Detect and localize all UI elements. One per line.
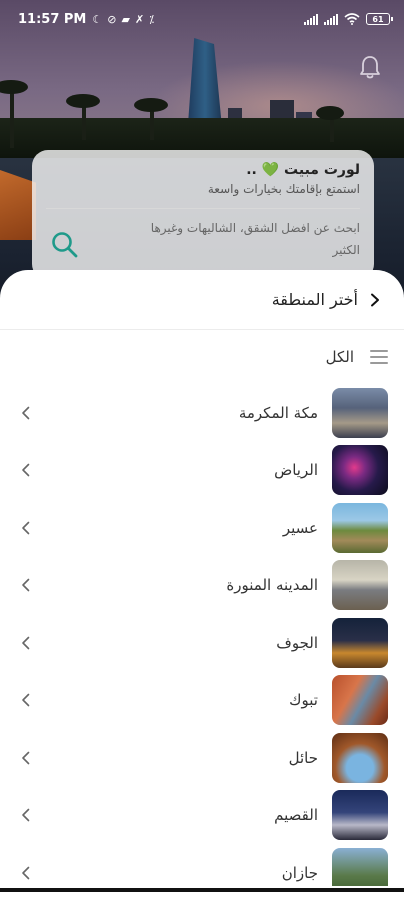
region-thumbnail [332,387,388,438]
bell-icon[interactable] [358,54,382,80]
palm-frond [316,106,344,120]
chevron-left-icon [22,636,30,650]
card-divider [46,208,360,209]
gesture-handle[interactable] [0,888,404,892]
vibrate-icon: ⁒ [149,12,155,26]
search-card[interactable]: لورت مبيت 💚 .. استمتع بإقامتك بخيارات وا… [32,150,374,280]
no-sim-icon: ✗ [134,12,145,26]
battery-icon: 61 [366,13,393,25]
region-thumbnail [332,502,388,553]
region-thumbnail [332,445,388,496]
region-picker-sheet: أختر المنطقة الكل مكة المكرمة الرياض عسي… [0,270,404,900]
sheet-header: أختر المنطقة [0,270,404,330]
region-item-madinah[interactable]: المدينه المنورة [0,557,404,615]
sheet-title: أختر المنطقة [271,290,358,309]
card-subtitle: استمتع بإقامتك بخيارات واسعة [207,182,360,196]
region-thumbnail [332,790,388,841]
status-left-icons: ☾ ⊘ ▰ ✗ ⁒ [92,13,154,26]
status-bar: 11:57 PM ☾ ⊘ ▰ ✗ ⁒ 61 [0,0,404,38]
wifi-icon [344,13,360,25]
card-title: لورت مبيت 💚 .. [246,162,360,178]
region-item-hail[interactable]: حائل [0,729,404,787]
chevron-left-icon [22,751,30,765]
region-name: حائل [288,748,318,767]
chevron-left-icon [22,463,30,477]
car-icon: ▰ [121,12,130,26]
card-description: ابحث عن افضل الشقق، الشاليهات وغيرها الك… [150,221,360,257]
chevron-left-icon [22,693,30,707]
chevron-left-icon [22,406,30,420]
region-name: الجوف [276,633,318,652]
signal-icon [324,13,338,25]
status-time: 11:57 PM [18,11,87,27]
region-name: جازان [281,863,318,882]
chevron-left-icon [22,578,30,592]
all-regions-label: الكل [325,348,354,366]
region-list: مكة المكرمة الرياض عسير المدينه المنورة … [0,384,404,900]
region-name: تبوك [289,691,318,710]
region-item-makkah[interactable]: مكة المكرمة [0,384,404,442]
region-thumbnail [332,560,388,611]
palm-frond [134,98,168,112]
region-item-qassim[interactable]: القصيم [0,787,404,845]
region-item-tabuk[interactable]: تبوك [0,672,404,730]
menu-icon [370,350,388,364]
region-thumbnail [332,617,388,668]
region-item-asir[interactable]: عسير [0,499,404,557]
palm-frond [0,80,28,94]
region-name: الرياض [274,461,318,480]
region-item-riyadh[interactable]: الرياض [0,442,404,500]
palm-tree [10,88,14,148]
palm-frond [66,94,100,108]
region-item-jouf[interactable]: الجوف [0,614,404,672]
region-name: القصيم [274,806,318,825]
chevron-left-icon [22,808,30,822]
region-thumbnail [332,675,388,726]
search-icon[interactable] [50,230,80,260]
all-regions-row[interactable]: الكل [0,330,404,384]
region-thumbnail [332,732,388,783]
chevron-left-icon [22,521,30,535]
chevron-left-icon [22,866,30,880]
battery-level: 61 [372,14,384,24]
region-name: المدينه المنورة [226,576,318,595]
status-right-icons: 61 [304,13,393,25]
mute-icon: ⊘ [107,12,117,26]
chevron-right-icon[interactable] [368,293,382,307]
region-name: مكة المكرمة [238,403,318,422]
region-name: عسير [282,518,318,537]
moon-icon: ☾ [92,12,103,26]
signal-icon [304,13,318,25]
